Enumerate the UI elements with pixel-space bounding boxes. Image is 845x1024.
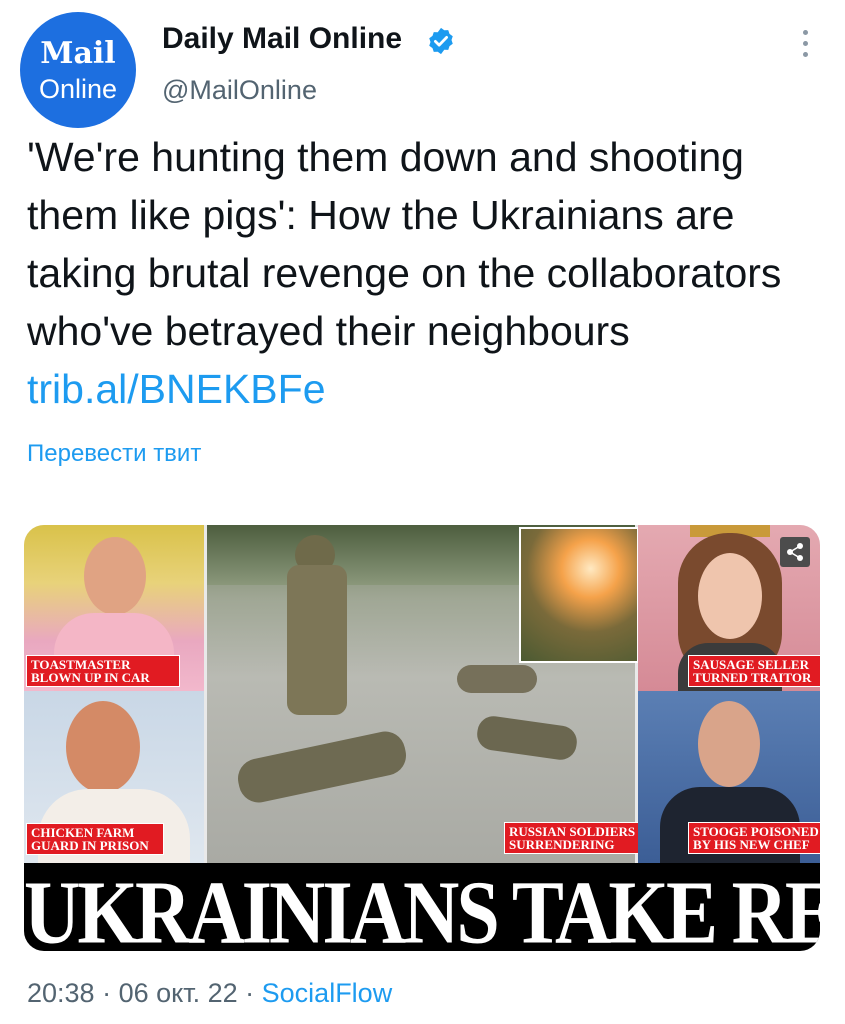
caption-toastmaster: TOASTMASTER BLOWN UP IN CAR: [26, 655, 180, 687]
photo-explosion-inset: [519, 527, 639, 663]
tweet-link[interactable]: trib.al/BNEKBFe: [27, 366, 326, 412]
share-icon[interactable]: [780, 537, 810, 567]
caption-stooge: STOOGE POISONED BY HIS NEW CHEF: [688, 822, 820, 854]
tweet-date[interactable]: 06 окт. 22: [119, 978, 238, 1008]
tweet-image[interactable]: TOASTMASTER BLOWN UP IN CAR CHICKEN FARM…: [24, 525, 820, 951]
avatar-logo-line1: Mail: [40, 36, 116, 71]
more-options-icon[interactable]: [803, 30, 809, 63]
account-handle[interactable]: @MailOnline: [162, 75, 317, 106]
meta-separator: ·: [237, 978, 262, 1008]
image-headline-text: UKRAINIANS TAKE REVEGE: [24, 862, 820, 951]
tweet-body: 'We're hunting them down and shooting th…: [27, 134, 782, 354]
tweet-text: 'We're hunting them down and shooting th…: [27, 128, 827, 418]
account-name[interactable]: Daily Mail Online: [162, 22, 402, 56]
tweet-meta: 20:38 · 06 окт. 22 · SocialFlow: [27, 978, 392, 1009]
meta-separator: ·: [94, 978, 119, 1008]
avatar-logo-line2: Online: [38, 74, 118, 104]
image-headline-banner: UKRAINIANS TAKE REVEGE: [24, 862, 820, 951]
tweet-time[interactable]: 20:38: [27, 978, 95, 1008]
translate-tweet-link[interactable]: Перевести твит: [27, 440, 201, 468]
caption-russian-soldiers: RUSSIAN SOLDIERS SURRENDERING: [504, 822, 642, 854]
caption-chicken-farm-guard: CHICKEN FARM GUARD IN PRISON: [26, 823, 164, 855]
tweet-source[interactable]: SocialFlow: [262, 978, 393, 1008]
account-avatar[interactable]: Mail Online: [20, 12, 136, 128]
verified-badge-icon: [429, 27, 453, 55]
caption-sausage-seller: SAUSAGE SELLER TURNED TRAITOR: [688, 655, 820, 687]
